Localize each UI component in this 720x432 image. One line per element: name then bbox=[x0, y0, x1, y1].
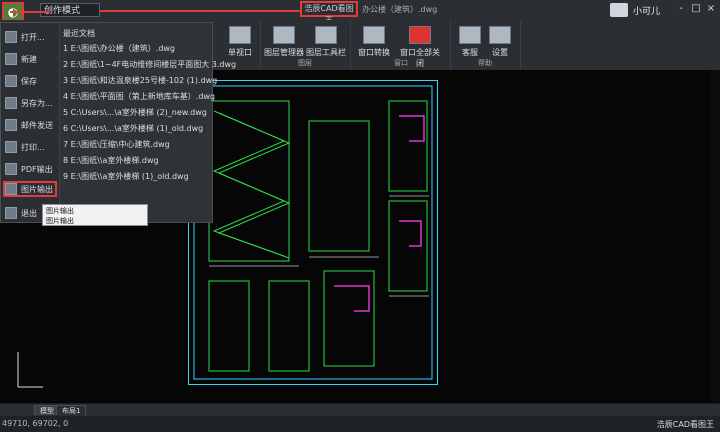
menu-item-save[interactable]: 保存 bbox=[5, 73, 57, 89]
ribbon-group-label-layer: 图层 bbox=[298, 59, 312, 67]
window-switch-label: 窗口转换 bbox=[358, 48, 390, 57]
settings-button[interactable]: 设置 bbox=[480, 26, 520, 58]
tooltip: 图片输出 图片输出 bbox=[42, 204, 148, 226]
layer-toolbar-label: 图层工具栏 bbox=[306, 48, 346, 57]
exit-icon bbox=[5, 207, 17, 219]
right-scrollbar[interactable] bbox=[710, 70, 720, 403]
close-all-windows-icon bbox=[409, 26, 431, 44]
tooltip-title: 图片输出 bbox=[46, 207, 74, 215]
menu-item-mail-label: 邮件发送 bbox=[21, 120, 53, 130]
recent-file-item[interactable]: 9 E:\图纸\\a室外楼梯 (1)_old.dwg bbox=[63, 171, 189, 182]
single-viewport-icon bbox=[229, 26, 251, 44]
menu-item-save-label: 保存 bbox=[21, 76, 37, 86]
recent-file-item[interactable]: 6 C:\Users\...\a室外楼梯 (1)_old.dwg bbox=[63, 123, 203, 134]
ribbon-group-label-help: 帮助 bbox=[478, 59, 492, 67]
menu-item-image-export-label: 图片输出 bbox=[21, 184, 53, 194]
print-icon bbox=[5, 141, 17, 153]
ucs-icon bbox=[17, 352, 43, 388]
layer-manager-button[interactable]: 图层管理器 bbox=[264, 26, 304, 58]
avatar[interactable] bbox=[610, 3, 628, 17]
app-menu-left: 打开... 新建 保存 另存为... 邮件发送 打印... PDF输出 图片输出… bbox=[1, 23, 60, 222]
settings-icon bbox=[489, 26, 511, 44]
recent-file-item[interactable]: 8 E:\图纸\\a室外楼梯.dwg bbox=[63, 155, 159, 166]
menu-item-save-as-label: 另存为... bbox=[21, 98, 53, 108]
minimize-button[interactable]: - bbox=[675, 3, 687, 15]
menu-item-mail[interactable]: 邮件发送 bbox=[5, 117, 57, 133]
settings-label: 设置 bbox=[492, 48, 508, 57]
app-title: 浩辰CAD看图王 bbox=[300, 1, 358, 25]
recent-file-item[interactable]: 5 C:\Users\...\a室外楼梯 (2)_new.dwg bbox=[63, 107, 207, 118]
menu-item-save-as[interactable]: 另存为... bbox=[5, 95, 57, 111]
drawing-sheet[interactable] bbox=[188, 80, 438, 385]
ribbon-group-label-window: 窗口 bbox=[394, 59, 408, 67]
app-menu: 打开... 新建 保存 另存为... 邮件发送 打印... PDF输出 图片输出… bbox=[0, 22, 236, 223]
mail-icon bbox=[5, 119, 17, 131]
menu-item-pdf-label: PDF输出 bbox=[21, 164, 53, 174]
maximize-button[interactable]: □ bbox=[690, 3, 702, 15]
username: 小可儿 bbox=[633, 7, 661, 17]
window-switch-icon bbox=[363, 26, 385, 44]
menu-item-exit-label: 退出 bbox=[21, 208, 37, 218]
menu-item-open[interactable]: 打开... bbox=[5, 29, 57, 45]
support-label: 客服 bbox=[462, 48, 478, 57]
mode-dropdown[interactable]: 创作模式 bbox=[40, 3, 100, 17]
menu-item-new-label: 新建 bbox=[21, 54, 37, 64]
recent-file-item[interactable]: 4 E:\图纸\平面图（第上新地库车基）.dwg bbox=[63, 91, 215, 102]
window-switch-button[interactable]: 窗口转换 bbox=[354, 26, 394, 58]
recent-file-item[interactable]: 7 E:\图纸\压缩\中心建筑.dwg bbox=[63, 139, 170, 150]
ribbon-group-help: 客服 设置 帮助 bbox=[450, 20, 521, 70]
layer-toolbar-icon bbox=[315, 26, 337, 44]
ribbon-group-window: 窗口转换 窗口全部关闭 窗口 bbox=[350, 20, 451, 70]
cad-drawing bbox=[193, 85, 433, 380]
save-as-icon bbox=[5, 97, 17, 109]
ribbon-group-layer: 图层管理器 图层工具栏 图层 bbox=[260, 20, 351, 70]
status-right-text: 浩辰CAD看图王 bbox=[656, 420, 714, 429]
annotation-arrow-line bbox=[100, 10, 300, 12]
menu-item-new[interactable]: 新建 bbox=[5, 51, 57, 67]
new-icon bbox=[5, 53, 17, 65]
coordinates-readout: 49710, 69702, 0 bbox=[2, 419, 69, 428]
tooltip-description: 图片输出 bbox=[46, 217, 74, 225]
recent-file-item[interactable]: 3 E:\图纸\和达温泉楼25号楼-102 (1).dwg bbox=[63, 75, 217, 86]
menu-item-open-label: 打开... bbox=[21, 32, 45, 42]
file-title: 办公楼（建筑）.dwg bbox=[362, 5, 438, 14]
menu-item-print-label: 打印... bbox=[21, 142, 45, 152]
layer-manager-label: 图层管理器 bbox=[264, 48, 304, 57]
menu-item-image-export[interactable]: 图片输出 bbox=[3, 181, 57, 197]
save-icon bbox=[5, 75, 17, 87]
image-export-icon bbox=[5, 183, 17, 195]
single-viewport-label: 单视口 bbox=[228, 48, 252, 57]
recent-file-item[interactable]: 2 E:\图纸\1~4F电动维修间楼层平面图大 3.dwg bbox=[63, 59, 236, 70]
open-icon bbox=[5, 31, 17, 43]
close-button[interactable]: × bbox=[705, 3, 717, 15]
status-bar: 49710, 69702, 0 浩辰CAD看图王 bbox=[0, 415, 720, 432]
annotation-line bbox=[10, 11, 50, 13]
layer-toolbar-button[interactable]: 图层工具栏 bbox=[306, 26, 346, 58]
pdf-icon bbox=[5, 163, 17, 175]
menu-item-pdf[interactable]: PDF输出 bbox=[5, 161, 57, 177]
menu-item-print[interactable]: 打印... bbox=[5, 139, 57, 155]
recent-documents-title: 最近文档 bbox=[63, 29, 95, 38]
single-viewport-button[interactable]: 单视口 bbox=[220, 26, 260, 58]
layer-manager-icon bbox=[273, 26, 295, 44]
support-icon bbox=[459, 26, 481, 44]
recent-file-item[interactable]: 1 E:\图纸\办公楼（建筑）.dwg bbox=[63, 43, 175, 54]
